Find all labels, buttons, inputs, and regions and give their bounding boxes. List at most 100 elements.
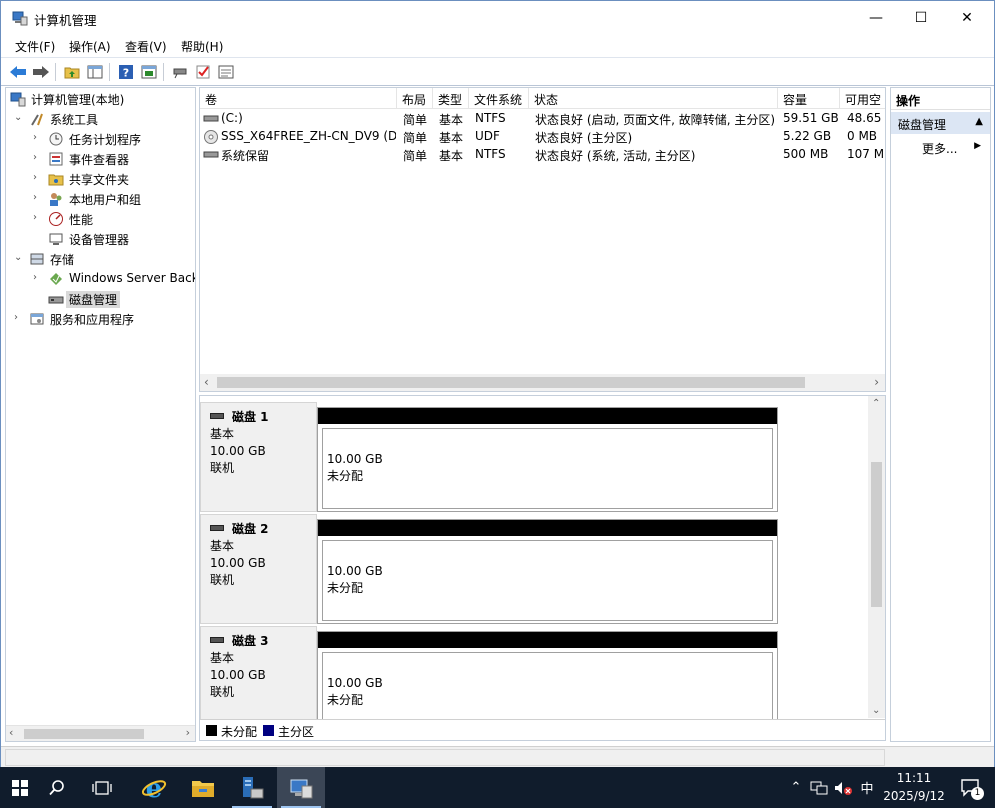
disk-size: 10.00 GB: [210, 444, 266, 458]
tree-item[interactable]: › Windows Server Back: [6, 269, 195, 289]
tree-item[interactable]: › 本地用户和组: [6, 189, 195, 209]
volume-row[interactable]: SSS_X64FREE_ZH-CN_DV9 (D:) 简单 基本 UDF 状态良好 (主…: [200, 128, 885, 146]
menu-view[interactable]: 查看(V): [125, 38, 167, 55]
ime-indicator[interactable]: 中: [856, 767, 878, 808]
collapsed-chevron-icon[interactable]: ›: [14, 312, 24, 326]
volume-fs-cell: NTFS: [475, 111, 506, 125]
console-icon[interactable]: [216, 62, 236, 82]
show-hidden-icons-button[interactable]: ⌃: [786, 767, 806, 808]
tree-item[interactable]: › 服务和应用程序: [6, 309, 195, 329]
collapsed-chevron-icon[interactable]: ›: [33, 132, 43, 146]
tree-horizontal-scrollbar[interactable]: ‹ ›: [6, 725, 195, 741]
action-center-button[interactable]: 1: [955, 767, 987, 808]
volume-row[interactable]: (C:) 简单 基本 NTFS 状态良好 (启动, 页面文件, 故障转储, 主分区) 59…: [200, 110, 885, 128]
disk-map-vertical-scrollbar[interactable]: ⌃ ⌄: [868, 396, 885, 718]
partition-size: 10.00 GB: [327, 452, 383, 466]
disk-row[interactable]: 磁盘 1 基本 10.00 GB 联机 10.00 GB 未分配: [200, 402, 868, 514]
actions-section-disk-management[interactable]: 磁盘管理 ▲: [891, 112, 990, 134]
tree-item[interactable]: › 任务计划程序: [6, 129, 195, 149]
more-actions-link[interactable]: 更多...: [922, 140, 957, 157]
services-apps-icon: [29, 311, 45, 327]
menu-action[interactable]: 操作(A): [69, 38, 111, 55]
tree-item-label: 服务和应用程序: [50, 313, 135, 327]
tree-item[interactable]: › 共享文件夹: [6, 169, 195, 189]
maximize-button[interactable]: ☐: [898, 1, 944, 35]
close-button[interactable]: ✕: [944, 1, 990, 35]
toolbar-separator: [163, 63, 164, 81]
collapse-icon[interactable]: ▲: [975, 116, 983, 127]
computer-management-button[interactable]: [277, 767, 325, 808]
task-view-button[interactable]: [78, 767, 126, 808]
column-header-volume[interactable]: 卷: [200, 88, 397, 109]
collapsed-chevron-icon[interactable]: ›: [33, 192, 43, 206]
tree-item[interactable]: › 性能: [6, 209, 195, 229]
scroll-up-icon[interactable]: ⌃: [872, 398, 880, 409]
connect-icon[interactable]: [170, 62, 190, 82]
back-icon[interactable]: [8, 62, 28, 82]
properties-icon[interactable]: [139, 62, 159, 82]
disk-info[interactable]: 磁盘 2 基本 10.00 GB 联机: [200, 514, 317, 624]
collapsed-chevron-icon[interactable]: ›: [33, 152, 43, 166]
column-header-layout[interactable]: 布局: [397, 88, 433, 109]
scroll-right-icon[interactable]: ›: [186, 726, 190, 739]
unallocated-partition[interactable]: 10.00 GB 未分配: [322, 540, 773, 621]
scroll-thumb[interactable]: [24, 729, 144, 739]
scroll-down-icon[interactable]: ⌄: [872, 705, 880, 716]
disk-info[interactable]: 磁盘 1 基本 10.00 GB 联机: [200, 402, 317, 512]
local-users-icon: [48, 191, 64, 207]
scroll-right-icon[interactable]: ›: [874, 375, 879, 389]
column-header-filesystem[interactable]: 文件系统: [469, 88, 529, 109]
disk-management-icon: [48, 291, 64, 307]
file-explorer-button[interactable]: [179, 767, 227, 808]
expanded-chevron-icon[interactable]: ⌄: [14, 112, 24, 126]
volume-layout-cell: 简单: [403, 113, 428, 127]
clock[interactable]: 11:11 2025/9/12: [880, 769, 948, 805]
volume-list-horizontal-scrollbar[interactable]: ‹ ›: [200, 374, 885, 391]
column-header-free[interactable]: 可用空: [840, 88, 885, 109]
tree-item[interactable]: ⌄ 系统工具: [6, 109, 195, 129]
volume-layout-cell: 简单: [403, 149, 428, 163]
up-folder-icon[interactable]: [62, 62, 82, 82]
column-header-status[interactable]: 状态: [529, 88, 778, 109]
network-icon[interactable]: [808, 767, 830, 808]
unallocated-partition[interactable]: 10.00 GB 未分配: [322, 428, 773, 509]
scroll-thumb[interactable]: [871, 462, 882, 607]
toolbar-separator: [55, 63, 56, 81]
tree-item[interactable]: › 事件查看器: [6, 149, 195, 169]
forward-icon[interactable]: [31, 62, 51, 82]
tree-item[interactable]: 设备管理器: [6, 229, 195, 249]
title-bar[interactable]: 计算机管理 — ☐ ✕: [1, 1, 994, 35]
scroll-left-icon[interactable]: ‹: [9, 726, 13, 739]
show-hide-tree-icon[interactable]: [85, 62, 105, 82]
expanded-chevron-icon[interactable]: ⌄: [14, 252, 24, 266]
internet-explorer-button[interactable]: e: [130, 767, 178, 808]
scroll-thumb[interactable]: [217, 377, 805, 388]
collapsed-chevron-icon[interactable]: ›: [33, 212, 43, 226]
volume-list-header: 卷 布局 类型 文件系统 状态 容量 可用空: [200, 88, 885, 109]
search-button[interactable]: [33, 767, 81, 808]
menu-file[interactable]: 文件(F): [15, 38, 55, 55]
disk-name: 磁盘 1: [232, 410, 269, 424]
volume-muted-icon[interactable]: [832, 767, 854, 808]
minimize-button[interactable]: —: [853, 1, 899, 35]
help-icon[interactable]: ?: [116, 62, 136, 82]
scroll-left-icon[interactable]: ‹: [204, 375, 209, 389]
volume-row[interactable]: 系统保留 简单 基本 NTFS 状态良好 (系统, 活动, 主分区) 500 MB 107 …: [200, 146, 885, 164]
legend-primary-label: 主分区: [278, 725, 315, 739]
column-header-type[interactable]: 类型: [433, 88, 469, 109]
server-manager-button[interactable]: [228, 767, 276, 808]
menu-help[interactable]: 帮助(H): [181, 38, 223, 55]
column-header-capacity[interactable]: 容量: [778, 88, 840, 109]
disk-row[interactable]: 磁盘 2 基本 10.00 GB 联机 10.00 GB 未分配: [200, 514, 868, 626]
tree-item[interactable]: 计算机管理(本地): [6, 89, 195, 109]
search-icon: [49, 779, 64, 795]
performance-icon: [48, 211, 64, 227]
collapsed-chevron-icon[interactable]: ›: [33, 172, 43, 186]
tree-item[interactable]: ⌄ 存储: [6, 249, 195, 269]
check-icon[interactable]: [193, 62, 213, 82]
disk-size: 10.00 GB: [210, 556, 266, 570]
collapsed-chevron-icon[interactable]: ›: [33, 272, 43, 286]
disk-type: 基本: [210, 539, 235, 553]
tree-item[interactable]: 磁盘管理: [6, 289, 195, 309]
disk-type: 基本: [210, 427, 235, 441]
